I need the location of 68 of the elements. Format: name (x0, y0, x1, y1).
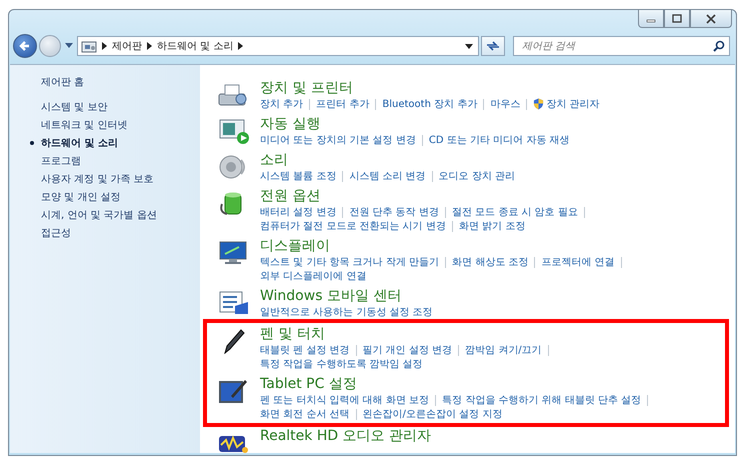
sidebar-item[interactable]: 시계, 언어 및 국가별 옵션 (41, 208, 157, 222)
task-link[interactable]: Bluetooth 장치 추가 (382, 97, 478, 111)
back-button[interactable] (13, 34, 37, 58)
breadcrumb-arrow-icon (147, 42, 152, 50)
task-link[interactable]: 깜박임 켜기/끄기 (465, 343, 542, 357)
control-panel-icon (81, 39, 97, 53)
task-link[interactable]: 특정 작업을 수행하기 위해 태블릿 단추 설정 (442, 393, 642, 407)
sidebar-item[interactable]: 네트워크 및 인터넷 (41, 118, 128, 132)
autoplay-icon (217, 118, 251, 144)
task-link[interactable]: 텍스트 및 기타 항목 크거나 작게 만들기 (260, 255, 440, 269)
category-link[interactable]: 자동 실행 (260, 115, 570, 133)
task-link[interactable]: 필기 개인 설정 변경 (362, 343, 452, 357)
task-link[interactable]: 배터리 설정 변경 (260, 205, 336, 219)
shield-icon (533, 98, 544, 110)
sidebar-item[interactable]: 하드웨어 및 소리 (41, 136, 118, 150)
close-icon (705, 14, 717, 24)
breadcrumb-item[interactable]: 제어판 (112, 39, 142, 53)
task-link[interactable]: 화면 회전 순서 선택 (260, 407, 350, 421)
task-link[interactable]: 장치 추가 (260, 97, 304, 111)
task-link[interactable]: 시스템 소리 변경 (349, 169, 426, 183)
maximize-button[interactable] (664, 10, 690, 28)
task-link[interactable]: CD 또는 기타 미디어 자동 재생 (428, 133, 570, 147)
task-link[interactable]: 특정 작업을 수행하도록 깜박임 설정 (260, 357, 423, 371)
search-field[interactable]: 제어판 검색 (513, 36, 730, 56)
task-link[interactable]: 외부 디스플레이에 연결 (260, 269, 366, 283)
breadcrumb-arrow-icon (102, 42, 107, 50)
maximize-icon (671, 14, 683, 24)
search-icon (713, 40, 725, 52)
sidebar-item[interactable]: 프로그램 (41, 154, 81, 168)
task-link[interactable]: 펜 또는 터치식 입력에 대해 화면 보정 (260, 393, 430, 407)
sidebar-item[interactable]: 모양 및 개인 설정 (41, 190, 121, 204)
task-link[interactable]: 절전 모드 종료 시 암호 필요 (452, 205, 578, 219)
task-link[interactable]: 화면 해상도 조정 (452, 255, 528, 269)
history-dropdown-icon[interactable] (65, 43, 73, 49)
task-link[interactable]: 시스템 볼륨 조정 (260, 169, 336, 183)
category-link[interactable]: 소리 (260, 151, 516, 169)
category-link[interactable]: 디스플레이 (260, 237, 628, 255)
task-link[interactable]: 장치 관리자 (533, 97, 600, 111)
category-link[interactable]: 전원 옵션 (260, 187, 591, 205)
task-link[interactable]: 미디어 또는 장치의 기본 설정 변경 (260, 133, 416, 147)
task-link[interactable]: 프린터 추가 (316, 97, 370, 111)
refresh-icon (485, 40, 501, 52)
task-link[interactable]: 프로젝터에 연결 (541, 255, 615, 269)
task-link[interactable]: 태블릿 펜 설정 변경 (260, 343, 350, 357)
checklist-icon (217, 290, 251, 316)
dropdown-arrow-icon[interactable] (465, 44, 473, 48)
task-link[interactable]: 전원 단추 동작 변경 (349, 205, 439, 219)
task-link[interactable]: 왼손잡이/오른손잡이 설정 지정 (362, 407, 502, 421)
task-link[interactable]: 컴퓨터가 절전 모드로 전환되는 시기 변경 (260, 219, 446, 233)
category-link[interactable]: 장치 및 프린터 (260, 79, 600, 97)
task-link[interactable]: 화면 밝기 조정 (458, 219, 526, 233)
current-bullet-icon (30, 141, 34, 145)
breadcrumb-arrow-icon (238, 42, 244, 50)
task-link[interactable]: 일반적으로 사용하는 기동성 설정 조정 (260, 305, 433, 319)
sidebar-item[interactable]: 사용자 계정 및 가족 보호 (41, 172, 154, 186)
task-link[interactable]: 오디오 장치 관리 (438, 169, 516, 183)
address-bar[interactable]: 제어판 하드웨어 및 소리 (77, 36, 479, 56)
refresh-button[interactable] (481, 36, 505, 56)
sidebar-home-link[interactable]: 제어판 홈 (41, 75, 200, 89)
sidebar-item[interactable]: 시스템 및 보안 (41, 100, 108, 114)
sidebar-item[interactable]: 접근성 (41, 226, 71, 240)
task-link[interactable]: 마우스 (490, 97, 520, 111)
breadcrumb-item[interactable]: 하드웨어 및 소리 (157, 39, 234, 53)
category-link[interactable]: Tablet PC 설정 (260, 375, 654, 393)
category-link[interactable]: Realtek HD 오디오 관리자 (260, 427, 432, 445)
category-link[interactable]: Windows 모바일 센터 (260, 287, 433, 305)
close-button[interactable] (690, 10, 732, 28)
category-link[interactable]: 펜 및 터치 (260, 325, 555, 343)
